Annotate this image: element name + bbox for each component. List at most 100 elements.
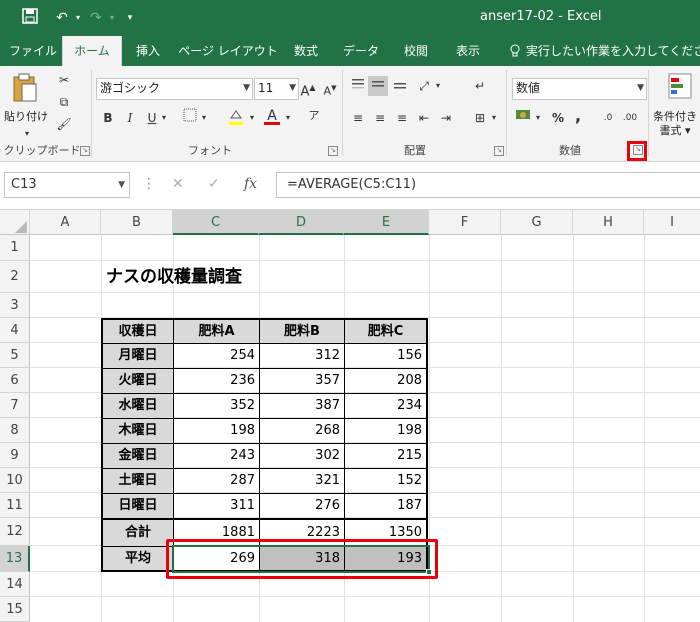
column-header-b[interactable]: B — [101, 210, 173, 235]
table-cell[interactable]: 357 — [260, 369, 344, 393]
column-header-h[interactable]: H — [573, 210, 644, 235]
clipboard-launcher-icon[interactable]: ↘ — [80, 146, 90, 156]
increase-indent-icon[interactable]: ⇥ — [436, 108, 456, 128]
table-cell[interactable]: 321 — [260, 469, 344, 493]
table-cell[interactable]: 268 — [260, 419, 344, 443]
percent-button[interactable]: % — [548, 108, 568, 128]
align-bottom-icon[interactable] — [390, 76, 410, 96]
table-cell[interactable]: 387 — [260, 394, 344, 418]
underline-dropdown-icon[interactable]: ▾ — [158, 108, 170, 128]
row-label[interactable]: 水曜日 — [103, 394, 173, 418]
align-top-icon[interactable] — [348, 76, 368, 96]
table-cell[interactable]: 302 — [260, 444, 344, 468]
font-launcher-icon[interactable]: ↘ — [328, 146, 338, 156]
row-header-2[interactable]: 2 — [0, 261, 30, 293]
row-label[interactable]: 月曜日 — [103, 344, 173, 368]
total-label[interactable]: 合計 — [103, 519, 173, 546]
tab-view[interactable]: 表示 — [446, 36, 490, 66]
table-cell[interactable]: 152 — [345, 469, 426, 493]
row-header-8[interactable]: 8 — [0, 418, 30, 443]
row-header-3[interactable]: 3 — [0, 293, 30, 318]
paste-dropdown-icon[interactable]: ▾ — [17, 124, 37, 144]
align-center-icon[interactable]: ≡ — [370, 108, 390, 128]
tab-file[interactable]: ファイル — [4, 36, 62, 66]
header-date[interactable]: 収穫日 — [103, 320, 173, 343]
row-label[interactable]: 日曜日 — [103, 494, 173, 518]
orientation-dropdown-icon[interactable]: ▾ — [432, 76, 444, 96]
table-cell[interactable]: 215 — [345, 444, 426, 468]
row-header-9[interactable]: 9 — [0, 443, 30, 468]
align-right-icon[interactable]: ≡ — [392, 108, 412, 128]
row-header-7[interactable]: 7 — [0, 393, 30, 418]
average-label[interactable]: 平均 — [103, 547, 173, 570]
redo-dropdown-icon[interactable]: ▾ — [102, 8, 122, 28]
increase-decimal-icon[interactable]: .0 — [598, 108, 618, 128]
format-painter-icon[interactable]: 🖌 — [54, 114, 74, 134]
table-cell[interactable]: 234 — [345, 394, 426, 418]
header-fertilizer-b[interactable]: 肥料B — [260, 320, 344, 343]
column-header-i[interactable]: I — [644, 210, 700, 235]
table-cell[interactable]: 352 — [174, 394, 259, 418]
bold-button[interactable]: B — [98, 108, 118, 128]
fill-color-dropdown-icon[interactable]: ▾ — [246, 108, 258, 128]
table-cell[interactable]: 243 — [174, 444, 259, 468]
column-header-g[interactable]: G — [501, 210, 573, 235]
tab-formulas[interactable]: 数式 — [284, 36, 328, 66]
accounting-dropdown-icon[interactable]: ▾ — [532, 108, 544, 128]
formula-input[interactable]: =AVERAGE(C5:C11) — [276, 172, 700, 198]
select-all-corner[interactable] — [0, 210, 30, 235]
tab-page-layout[interactable]: ページ レイアウト — [178, 36, 278, 66]
comma-button[interactable]: , — [568, 106, 588, 126]
name-box[interactable]: C13 ▼ — [4, 172, 130, 198]
alignment-launcher-icon[interactable]: ↘ — [494, 146, 504, 156]
accounting-format-icon[interactable] — [514, 108, 534, 128]
row-header-1[interactable]: 1 — [0, 235, 30, 261]
paste-label[interactable]: 貼り付け — [4, 108, 48, 124]
copy-icon[interactable]: ⧉ — [54, 92, 74, 112]
table-cell[interactable]: 208 — [345, 369, 426, 393]
table-cell[interactable]: 311 — [174, 494, 259, 518]
row-label[interactable]: 金曜日 — [103, 444, 173, 468]
table-cell[interactable]: 287 — [174, 469, 259, 493]
row-header-13[interactable]: 13 — [0, 546, 30, 572]
row-header-4[interactable]: 4 — [0, 318, 30, 343]
table-cell[interactable]: 312 — [260, 344, 344, 368]
table-cell[interactable]: 198 — [345, 419, 426, 443]
number-format-combo[interactable]: 数値 ▼ — [512, 78, 647, 100]
save-icon[interactable] — [20, 8, 40, 28]
row-header-10[interactable]: 10 — [0, 468, 30, 493]
font-color-dropdown-icon[interactable]: ▾ — [282, 108, 294, 128]
row-header-6[interactable]: 6 — [0, 368, 30, 393]
row-label[interactable]: 木曜日 — [103, 419, 173, 443]
conditional-formatting-icon[interactable] — [666, 72, 694, 102]
enter-icon[interactable]: ✓ — [208, 176, 220, 192]
table-cell[interactable]: 236 — [174, 369, 259, 393]
table-cell[interactable]: 198 — [174, 419, 259, 443]
font-color-icon[interactable]: A — [262, 106, 282, 126]
cut-icon[interactable]: ✂ — [54, 70, 74, 90]
column-header-f[interactable]: F — [429, 210, 501, 235]
align-middle-icon[interactable] — [368, 76, 388, 96]
wrap-text-icon[interactable]: ↵ — [470, 76, 490, 96]
tell-me-search[interactable]: 実行したい作業を入力してください — [526, 36, 700, 66]
row-header-14[interactable]: 14 — [0, 572, 30, 597]
borders-dropdown-icon[interactable]: ▾ — [198, 108, 210, 128]
column-header-e[interactable]: E — [344, 210, 429, 235]
merge-center-icon[interactable]: ⊞ — [470, 108, 490, 128]
undo-dropdown-icon[interactable]: ▾ — [68, 8, 88, 28]
cancel-icon[interactable]: ✕ — [172, 176, 184, 192]
row-header-5[interactable]: 5 — [0, 343, 30, 368]
row-label[interactable]: 土曜日 — [103, 469, 173, 493]
merge-dropdown-icon[interactable]: ▾ — [488, 108, 500, 128]
table-cell[interactable]: 187 — [345, 494, 426, 518]
column-header-a[interactable]: A — [30, 210, 101, 235]
tab-review[interactable]: 校閲 — [394, 36, 438, 66]
customize-icon[interactable]: ▾ — [120, 8, 140, 28]
align-left-icon[interactable]: ≡ — [348, 108, 368, 128]
tab-data[interactable]: データ — [336, 36, 386, 66]
font-name-combo[interactable]: 游ゴシック ▼ — [96, 78, 253, 100]
tab-home[interactable]: ホーム — [62, 36, 122, 66]
table-cell[interactable]: 254 — [174, 344, 259, 368]
decrease-decimal-icon[interactable]: .00 — [620, 108, 640, 128]
header-fertilizer-a[interactable]: 肥料A — [174, 320, 259, 343]
